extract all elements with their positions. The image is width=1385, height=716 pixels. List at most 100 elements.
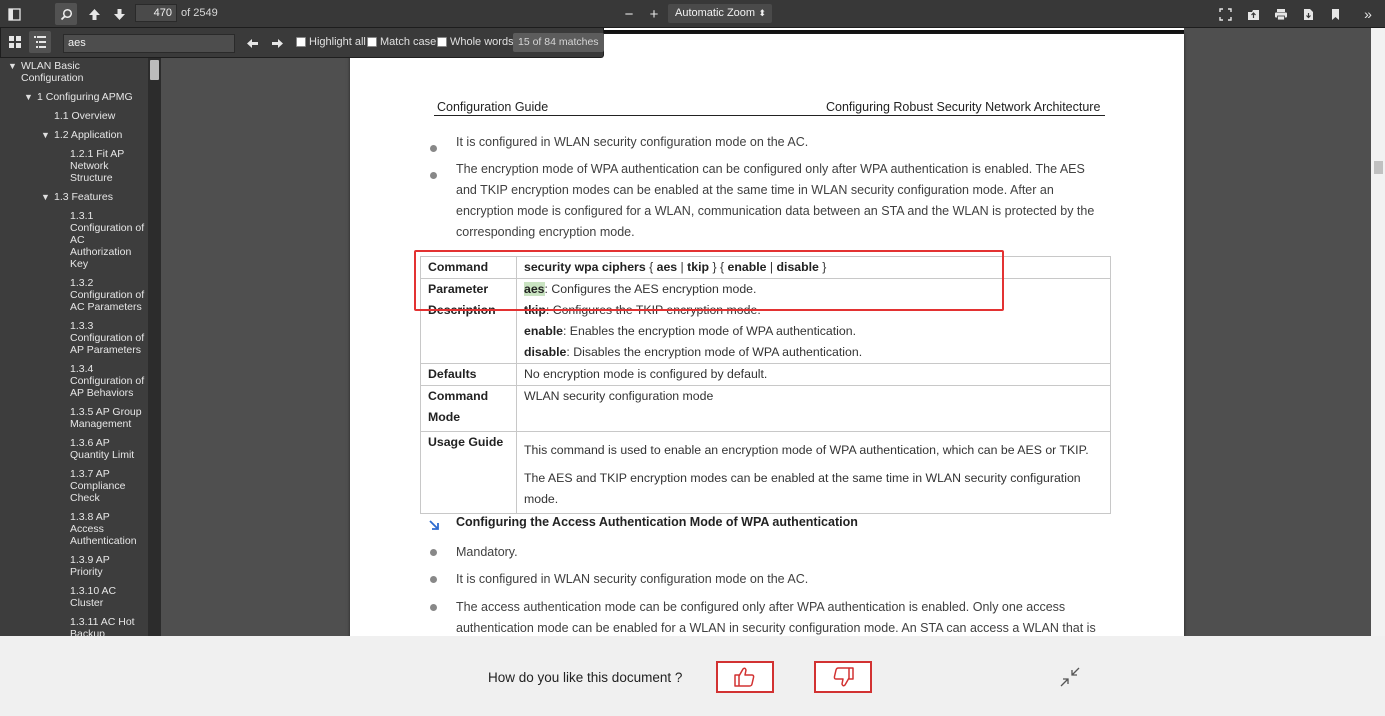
checkbox-box[interactable]	[437, 37, 447, 47]
outline-item-label: 1.3.4 Configuration of AP Behaviors	[70, 363, 145, 399]
bullet-dot	[430, 145, 437, 152]
outline-item[interactable]: 1.3.1 Configuration of AC Authorization …	[70, 210, 148, 270]
checkbox-box[interactable]	[296, 37, 306, 47]
find-input[interactable]: aes	[63, 34, 235, 53]
outline-item[interactable]: 1.3.6 AP Quantity Limit	[70, 437, 148, 461]
expand-toggle-icon[interactable]: ▼	[41, 191, 50, 203]
outline-item-label: 1.3.1 Configuration of AC Authorization …	[70, 210, 145, 270]
outline-item[interactable]: 1.3.2 Configuration of AC Parameters	[70, 277, 148, 313]
highlight-all-checkbox[interactable]: Highlight all	[296, 36, 366, 48]
viewer-scrollbar-thumb[interactable]	[1374, 161, 1383, 174]
bullet-text: The access authentication mode can be co…	[456, 600, 1096, 635]
feedback-question: How do you like this document ?	[488, 670, 683, 685]
print-icon[interactable]	[1270, 3, 1292, 25]
outline-item-label: 1.3.8 AP Access Authentication	[70, 511, 137, 547]
previous-page-icon[interactable]	[83, 3, 105, 25]
outline-item[interactable]: 1.3.8 AP Access Authentication	[70, 511, 148, 547]
sidebar-scrollbar[interactable]	[148, 58, 161, 636]
zoom-in-button[interactable]: +	[643, 3, 665, 25]
highlight-all-label: Highlight all	[309, 36, 366, 48]
bullet-dot	[430, 604, 437, 611]
section-title: Configuring the Access Authentication Mo…	[456, 515, 858, 529]
outline-item[interactable]: 1.3.7 AP Compliance Check	[70, 468, 148, 504]
outline-item[interactable]: 1.3.5 AP Group Management	[70, 406, 148, 430]
page-count: of 2549	[181, 7, 218, 19]
table-row: Usage Guide This command is used to enab…	[420, 431, 1111, 514]
outline-item-label: 1.3.3 Configuration of AP Parameters	[70, 320, 145, 356]
param-line: enable: Enables the encryption mode of W…	[524, 321, 1103, 342]
bullet-dot	[430, 576, 437, 583]
find-previous-icon[interactable]	[241, 34, 263, 53]
outline-item[interactable]: ▼ 1.3 Features	[41, 191, 148, 203]
outline-item[interactable]: 1.1 Overview	[54, 110, 148, 122]
usage-guide-text: This command is used to enable an encryp…	[516, 431, 1111, 514]
download-icon[interactable]	[1297, 3, 1319, 25]
outline-item[interactable]: ▼ 1.2 Application	[41, 129, 148, 141]
page-header-right: Configuring Robust Security Network Arch…	[826, 100, 1101, 114]
outline-sidebar: ▼ WLAN Basic Configuration ▼ 1 Configuring …	[0, 58, 161, 636]
outline-item[interactable]: 1.2.1 Fit AP Network Structure	[70, 148, 148, 184]
defaults-value: No encryption mode is configured by defa…	[516, 363, 1111, 386]
next-page-icon[interactable]	[108, 3, 130, 25]
usage-guide-label: Usage Guide	[420, 431, 517, 514]
thumbs-down-icon	[833, 667, 854, 687]
zoom-select[interactable]: Automatic Zoom ⬍	[668, 4, 772, 23]
sidebar-scrollbar-thumb[interactable]	[150, 60, 159, 80]
expand-toggle-icon[interactable]: ▼	[8, 60, 17, 72]
chevron-updown-icon: ⬍	[758, 8, 766, 18]
outline-item[interactable]: 1.3.10 AC Cluster	[70, 585, 148, 609]
header-rule	[434, 115, 1105, 116]
page-number-input[interactable]: 470	[135, 4, 177, 22]
outline-item-label: 1 Configuring APMG	[37, 91, 133, 103]
zoom-select-value: Automatic Zoom	[675, 7, 756, 19]
find-next-icon[interactable]	[266, 34, 288, 53]
thumbs-up-icon	[734, 667, 755, 687]
checkbox-box[interactable]	[367, 37, 377, 47]
outline-item[interactable]: 1.3.4 Configuration of AP Behaviors	[70, 363, 148, 399]
outline-item[interactable]: ▼ WLAN Basic Configuration	[8, 60, 148, 84]
defaults-label: Defaults	[420, 363, 517, 386]
outline-item[interactable]: ▼ 1 Configuring APMG	[24, 91, 148, 103]
param-name: enable	[524, 324, 563, 338]
expand-toggle-icon[interactable]: ▼	[24, 91, 33, 103]
usage-paragraph: This command is used to enable an encryp…	[524, 443, 1089, 457]
toolbar: 470 of 2549 − + Automatic Zoom ⬍ »	[0, 0, 1385, 28]
collapse-icon[interactable]	[1059, 666, 1081, 688]
bullet-text: It is configured in WLAN security config…	[456, 572, 809, 586]
feedback-bar: How do you like this document ?	[0, 636, 1385, 716]
pdf-viewer-app: 470 of 2549 − + Automatic Zoom ⬍ » aes H…	[0, 0, 1385, 716]
open-file-icon[interactable]	[1242, 3, 1264, 25]
outline-item[interactable]: 1.3.3 Configuration of AP Parameters	[70, 320, 148, 356]
search-icon[interactable]	[55, 3, 77, 25]
whole-words-checkbox[interactable]: Whole words	[437, 36, 514, 48]
presentation-mode-icon[interactable]	[1214, 3, 1236, 25]
document-viewer: Configuration Guide Configuring Robust S…	[161, 28, 1385, 636]
pdf-page: Configuration Guide Configuring Robust S…	[350, 34, 1184, 636]
table-row: Defaults No encryption mode is configure…	[420, 363, 1111, 386]
outline-item[interactable]: 1.3.11 AC Hot Backup	[70, 616, 148, 636]
thumbnails-view-icon[interactable]	[4, 31, 26, 53]
thumbs-down-button[interactable]	[814, 661, 872, 693]
annotation-highlight-box	[414, 250, 1004, 311]
outline-item-label: 1.2.1 Fit AP Network Structure	[70, 148, 125, 184]
zoom-out-button[interactable]: −	[618, 3, 640, 25]
outline-item-label: 1.3 Features	[54, 191, 113, 203]
viewer-scrollbar[interactable]	[1371, 28, 1385, 636]
tools-icon[interactable]: »	[1357, 3, 1379, 25]
bookmark-icon[interactable]	[1324, 3, 1346, 25]
outline-item-label: 1.1 Overview	[54, 110, 116, 122]
thumbs-up-button[interactable]	[716, 661, 774, 693]
sidebar-toggle-icon[interactable]	[3, 3, 25, 25]
outline-view-icon[interactable]	[29, 31, 51, 53]
outline-item[interactable]: 1.3.9 AP Priority	[70, 554, 148, 578]
command-mode-value: WLAN security configuration mode	[516, 385, 1111, 432]
param-name: disable	[524, 345, 567, 359]
bullet-text: It is configured in WLAN security config…	[456, 135, 809, 149]
bullet-text: Mandatory.	[456, 545, 518, 559]
usage-paragraph: The AES and TKIP encryption modes can be…	[524, 471, 1081, 506]
expand-toggle-icon[interactable]: ▼	[41, 129, 50, 141]
bullet-dot	[430, 549, 437, 556]
command-mode-label: Command Mode	[420, 385, 517, 432]
match-case-checkbox[interactable]: Match case	[367, 36, 436, 48]
table-row: Command Mode WLAN security configuration…	[420, 385, 1111, 432]
